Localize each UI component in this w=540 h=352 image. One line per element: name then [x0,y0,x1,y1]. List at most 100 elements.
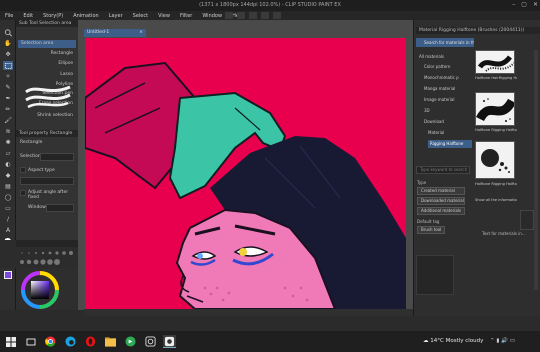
sub-tool-panel: Sub Tool Selection area Selection area R… [16,20,78,130]
tree-item-rigging-halftone[interactable]: Rigging Halftone [428,140,472,148]
auto-select-icon[interactable]: ✧ [3,72,13,81]
adjust-angle-checkbox[interactable] [20,190,26,196]
frame-icon[interactable]: ▭ [3,204,13,213]
tree-item-color-pattern[interactable]: Color pattern [424,63,450,71]
brush-icon[interactable]: 🖌 [3,116,13,125]
material-caption: Halftone Rigging Halftone 4 [475,182,517,186]
tag-search-input[interactable]: Type keyword to search [416,166,470,174]
halftone-brush-preview-icon [481,149,510,173]
ruler-icon[interactable]: ∕ [3,215,13,224]
task-view-icon[interactable] [24,335,37,348]
material-caption: Halftone Rigging Halftone 3 [475,128,517,132]
text-icon[interactable]: A [3,226,13,235]
command-button[interactable] [237,12,245,19]
command-button[interactable] [225,12,233,19]
weather-widget[interactable]: ☁ 14°C Mostly cloudy [423,338,483,344]
tree-item-3d[interactable]: 3D [424,107,430,115]
halftone-brush-preview-icon [476,98,514,122]
hand-icon[interactable]: ✋ [3,39,13,48]
document-tab[interactable]: Untitled-1 × [84,29,146,37]
tree-item-download[interactable]: Download [424,118,444,126]
material-thumbnail[interactable] [475,50,515,74]
chrome-icon[interactable] [44,335,57,348]
command-button[interactable] [249,12,257,19]
clip-studio-taskbar-icon[interactable] [163,335,176,348]
command-button[interactable] [261,12,269,19]
default-tag-brush-tool[interactable]: Brush tool [417,226,445,234]
opera-icon[interactable] [84,335,97,348]
blend-icon[interactable]: ◐ [3,160,13,169]
app-camera-icon[interactable] [144,335,157,348]
adjust-angle-label: Adjust angle after fixed [28,190,69,200]
move-icon[interactable]: ✥ [3,50,13,59]
zoom-icon[interactable] [3,28,13,37]
selection-mode-buttons[interactable] [40,153,74,161]
menu-file[interactable]: File [0,13,18,19]
tree-item-image-material[interactable]: Image material [424,96,455,104]
command-button[interactable] [273,12,281,19]
additional-materials-button[interactable]: Additional materials [417,207,465,215]
notification-icon[interactable]: ▭ [510,338,515,344]
figure-icon[interactable]: ◯ [3,193,13,202]
app-green-icon[interactable] [124,335,137,348]
eraser-icon[interactable]: ▱ [3,149,13,158]
menu-layer[interactable]: Layer [104,13,128,19]
decoration-icon[interactable]: ✺ [3,138,13,147]
menu-animation[interactable]: Animation [68,13,104,19]
sub-tool-item[interactable]: Ellipse [18,60,76,68]
canvas[interactable] [85,38,406,309]
pencil-icon[interactable]: ✏ [3,105,13,114]
selection-icon[interactable] [3,61,13,70]
aspect-type-select[interactable] [20,177,74,185]
brush-size-title [16,240,78,247]
color-wheel-panel [16,268,78,310]
menu-filter[interactable]: Filter [175,13,197,19]
weather-description: Mostly cloudy [445,338,484,344]
minimize-icon[interactable]: – [512,1,515,8]
aspect-type-checkbox[interactable] [20,167,26,173]
sub-tool-item[interactable]: Selection area [18,40,76,48]
material-thumbnail[interactable] [475,92,515,126]
material-scrollbar[interactable] [534,50,538,290]
material-thumbnail[interactable] [475,141,515,179]
document-tab-label: Untitled-1 [87,30,110,35]
window-controls: – ▢ ✕ [512,1,538,8]
network-icon[interactable]: ▮ [496,338,499,344]
gradient-icon[interactable]: ▤ [3,182,13,191]
close-icon[interactable]: ✕ [533,1,538,8]
tree-item-manga-material[interactable]: Manga material [424,85,455,93]
tree-item-monochromatic[interactable]: Monochromatic p [424,74,459,82]
color-wheel[interactable] [20,271,60,309]
file-explorer-icon[interactable] [104,335,117,348]
windows-start-icon[interactable] [4,335,17,348]
menu-edit[interactable]: Edit [18,13,38,19]
pen-icon[interactable]: ✒ [3,94,13,103]
material-detail-thumbnail[interactable] [520,210,534,230]
created-material-button[interactable]: Created material [417,187,465,195]
sub-tool-item[interactable]: Rectangle [18,50,76,58]
main-color-icon[interactable] [3,270,13,279]
tree-item-material[interactable]: Material [428,129,444,137]
sub-tool-item[interactable]: Shrink selection [18,112,76,120]
fill-icon[interactable]: ◆ [3,171,13,180]
menu-story[interactable]: Story(P) [38,13,68,19]
brush-size-grid[interactable] [18,249,76,267]
edge-icon[interactable] [64,335,77,348]
menu-window[interactable]: Window [197,13,227,19]
eyedropper-icon[interactable]: ✎ [3,83,13,92]
maximize-icon[interactable]: ▢ [521,1,527,8]
material-panel-title: Material Rigging Halftone (Brushes (2004… [419,28,525,33]
menu-select[interactable]: Select [128,13,153,19]
volume-icon[interactable]: 🔊 [501,338,508,344]
material-search-input[interactable]: Search for materials in this [416,38,474,47]
close-icon[interactable]: × [139,29,143,37]
menu-view[interactable]: View [153,13,175,19]
halftone-brush-preview-icon [477,55,514,72]
anti-alias-slider[interactable] [46,204,74,212]
tree-item-all-materials[interactable]: All materials [419,53,444,61]
downloaded-material-button[interactable]: Downloaded material [417,197,465,205]
chevron-up-icon[interactable]: ⌃ [490,338,495,344]
sub-tool-item[interactable]: Lasso [18,71,76,79]
aspect-type-label: Aspect type [28,168,55,173]
airbrush-icon[interactable]: ≋ [3,127,13,136]
